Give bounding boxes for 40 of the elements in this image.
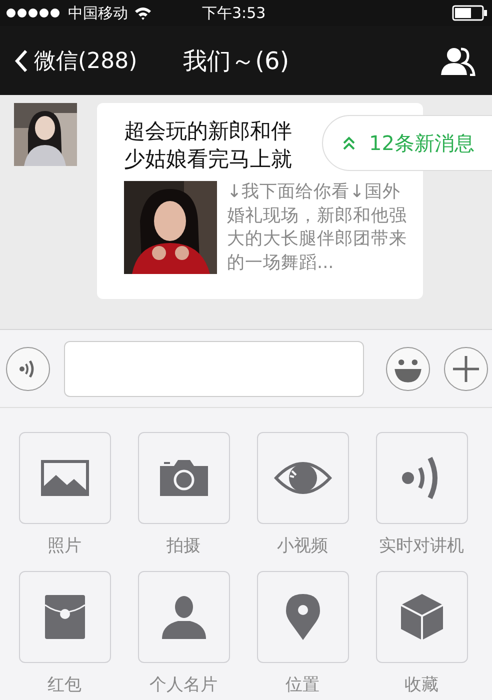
panel-tile[interactable]	[138, 571, 230, 663]
map-pin-icon	[286, 594, 320, 640]
clock-time: 下午3:53	[202, 4, 266, 22]
double-chevron-up-icon	[341, 135, 357, 151]
envelope-icon	[44, 595, 84, 639]
back-button[interactable]: 微信(288)	[14, 46, 138, 76]
tile-label: 拍摄	[166, 535, 200, 557]
battery-icon	[452, 5, 488, 21]
group-members-icon[interactable]	[440, 46, 476, 76]
panel-tile[interactable]	[18, 432, 110, 524]
message-input[interactable]	[64, 340, 364, 396]
wifi-icon	[134, 6, 152, 20]
tile-label: 照片	[48, 535, 82, 557]
signal-icon	[6, 8, 62, 18]
camera-icon	[160, 460, 208, 496]
article-summary: ↓我下面给你看↓国外婚礼现场，新郎和他强大的大长腿伴郎团带来的一场舞蹈...	[227, 181, 408, 274]
person-icon	[162, 595, 206, 639]
tile-label: 实时对讲机	[379, 535, 464, 557]
eye-icon	[274, 459, 332, 497]
carrier-name: 中国移动	[68, 4, 128, 22]
panel-tile[interactable]	[256, 571, 348, 663]
cube-icon	[400, 594, 442, 640]
tile-label: 位置	[286, 674, 320, 696]
panel-tile[interactable]	[376, 571, 468, 663]
panel-tile[interactable]	[18, 571, 110, 663]
emoji-button[interactable]	[386, 346, 430, 390]
tile-label: 红包	[48, 674, 82, 696]
tile-label: 个人名片	[150, 674, 218, 696]
chat-title: 我们～(6)	[183, 46, 290, 76]
article-title: 超会玩的新郎和伴 少姑娘看完马上就	[124, 118, 292, 173]
panel-tile[interactable]	[376, 432, 468, 524]
add-button[interactable]	[444, 346, 488, 390]
panel-tile[interactable]	[256, 432, 348, 524]
back-chevron-icon	[14, 48, 28, 72]
plus-icon	[451, 354, 481, 384]
tile-label: 小视频	[277, 535, 328, 557]
panel-tile[interactable]	[138, 432, 230, 524]
voice-button[interactable]	[6, 346, 50, 390]
tile-label: 收藏	[404, 674, 438, 696]
image-icon	[40, 460, 88, 496]
